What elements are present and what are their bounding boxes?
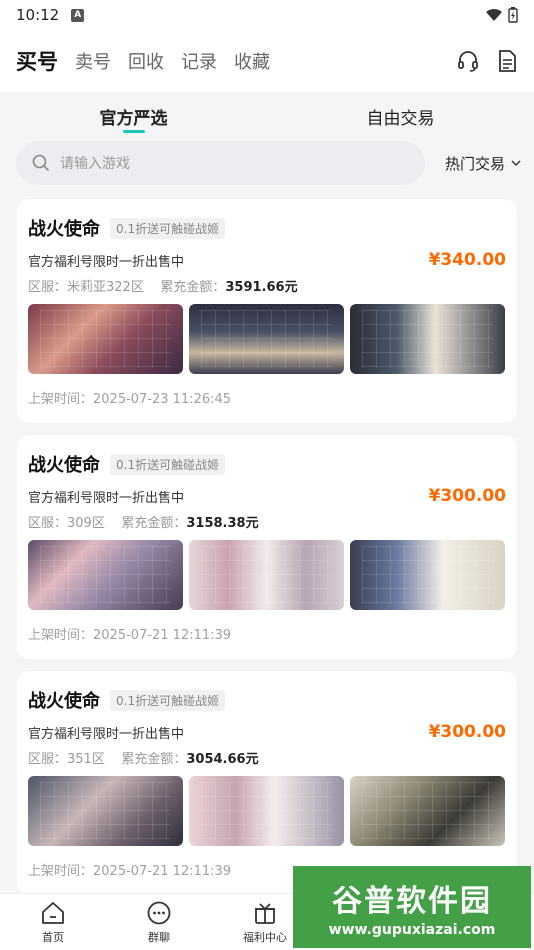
watermark-url: www.gupuxiazai.com bbox=[328, 922, 496, 938]
tab-free-trade[interactable]: 自由交易 bbox=[267, 96, 534, 136]
nav-chat-label: 群聊 bbox=[148, 931, 170, 944]
wifi-icon bbox=[486, 8, 502, 21]
hot-trade-dropdown[interactable]: 热门交易 bbox=[445, 153, 521, 174]
listing-recharge-label: 累充金额： bbox=[121, 752, 187, 767]
listing-recharge-label: 累充金额： bbox=[121, 516, 187, 531]
listing-recharge-value: 3054.66元 bbox=[186, 752, 259, 767]
tab-records[interactable]: 记录 bbox=[181, 48, 217, 74]
listing-info: 区服：351区 累充金额：3054.66元 bbox=[28, 748, 506, 768]
listing-screenshot[interactable] bbox=[189, 304, 344, 374]
listing-tag: 0.1折送可触碰战姬 bbox=[110, 217, 226, 239]
status-time: 10:12 bbox=[16, 6, 60, 24]
listing-server: 区服：米莉亚322区 bbox=[28, 280, 144, 295]
listing-card[interactable]: 战火使命 0.1折送可触碰战姬 官方福利号限时一折出售中 ¥300.00 区服：… bbox=[17, 671, 517, 895]
listing-time: 上架时间：2025-07-23 11:26:45 bbox=[28, 392, 232, 407]
battery-icon bbox=[508, 7, 518, 23]
listing-title: 战火使命 bbox=[28, 691, 100, 712]
listing-screenshots bbox=[28, 540, 506, 610]
status-right bbox=[486, 7, 518, 23]
listing-server: 区服：351区 bbox=[28, 752, 105, 767]
listing-screenshot[interactable] bbox=[28, 540, 183, 610]
chevron-down-icon bbox=[511, 160, 521, 166]
listing-screenshot[interactable] bbox=[189, 776, 344, 846]
listing-desc: 官方福利号限时一折出售中 bbox=[28, 254, 185, 270]
listing-screenshots bbox=[28, 776, 506, 846]
nav-home-label: 首页 bbox=[42, 931, 64, 944]
nav-welfare-label: 福利中心 bbox=[243, 931, 287, 944]
document-icon[interactable] bbox=[496, 49, 518, 73]
listing-screenshots bbox=[28, 304, 506, 374]
watermark-text: 谷普软件园 bbox=[332, 884, 492, 919]
listing-desc: 官方福利号限时一折出售中 bbox=[28, 726, 185, 742]
listing-title: 战火使命 bbox=[28, 455, 100, 476]
tab-favorites[interactable]: 收藏 bbox=[234, 48, 270, 74]
search-input[interactable]: 请输入游戏 bbox=[16, 141, 425, 185]
listing-server: 区服：309区 bbox=[28, 516, 105, 531]
notification-a-icon: A bbox=[71, 8, 85, 22]
listing-price: ¥340.00 bbox=[428, 250, 506, 270]
headset-icon[interactable] bbox=[456, 49, 480, 73]
nav-home[interactable]: 首页 bbox=[0, 894, 106, 950]
gift-icon bbox=[255, 903, 275, 924]
listing-tag: 0.1折送可触碰战姬 bbox=[110, 689, 226, 711]
listing-screenshot[interactable] bbox=[350, 776, 505, 846]
tab-buy[interactable]: 买号 bbox=[16, 46, 58, 76]
tab-recycle[interactable]: 回收 bbox=[128, 48, 164, 74]
hot-trade-label: 热门交易 bbox=[444, 154, 505, 173]
search-icon bbox=[32, 154, 50, 172]
listing-card[interactable]: 战火使命 0.1折送可触碰战姬 官方福利号限时一折出售中 ¥300.00 区服：… bbox=[17, 435, 517, 659]
tab-sell[interactable]: 卖号 bbox=[75, 48, 111, 74]
sub-tabs: 官方严选 自由交易 bbox=[0, 96, 534, 136]
listing-desc: 官方福利号限时一折出售中 bbox=[28, 490, 185, 506]
top-nav: 买号 卖号 回收 记录 收藏 bbox=[0, 30, 534, 92]
listing-screenshot[interactable] bbox=[189, 540, 344, 610]
search-row: 请输入游戏 热门交易 bbox=[16, 141, 521, 185]
nav-chat[interactable]: 群聊 bbox=[106, 894, 212, 950]
listing-recharge-label: 累充金额： bbox=[160, 280, 226, 295]
listing-screenshot[interactable] bbox=[28, 304, 183, 374]
watermark-logo: 谷普软件园 www.gupuxiazai.com bbox=[293, 866, 531, 948]
listing-price: ¥300.00 bbox=[428, 486, 506, 506]
listing-price: ¥300.00 bbox=[428, 722, 506, 742]
listing-screenshot[interactable] bbox=[28, 776, 183, 846]
search-placeholder: 请输入游戏 bbox=[60, 156, 130, 172]
listing-info: 区服：米莉亚322区 累充金额：3591.66元 bbox=[28, 276, 506, 296]
listing-title: 战火使命 bbox=[28, 219, 100, 240]
listing-recharge-value: 3158.38元 bbox=[186, 516, 259, 531]
status-bar: 10:12 A bbox=[0, 0, 534, 30]
listing-tag: 0.1折送可触碰战姬 bbox=[110, 453, 226, 475]
home-icon bbox=[42, 902, 64, 924]
listing-screenshot[interactable] bbox=[350, 304, 505, 374]
listing-screenshot[interactable] bbox=[350, 540, 505, 610]
listing-recharge-value: 3591.66元 bbox=[225, 280, 298, 295]
listing-info: 区服：309区 累充金额：3158.38元 bbox=[28, 512, 506, 532]
tab-official-selection[interactable]: 官方严选 bbox=[0, 96, 267, 136]
chat-icon bbox=[147, 901, 171, 925]
listing-time: 上架时间：2025-07-21 12:11:39 bbox=[28, 628, 232, 643]
listing-card[interactable]: 战火使命 0.1折送可触碰战姬 官方福利号限时一折出售中 ¥340.00 区服：… bbox=[17, 199, 517, 423]
